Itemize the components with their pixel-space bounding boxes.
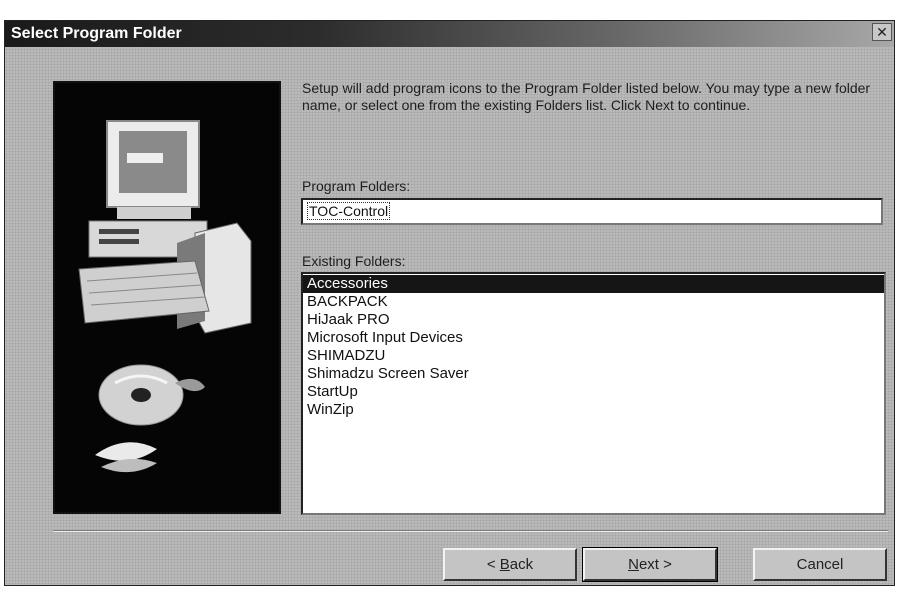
close-icon: ✕ (876, 24, 888, 40)
back-button[interactable]: < Back (443, 548, 577, 581)
next-button-rest: ext > (638, 556, 672, 573)
list-item[interactable]: WinZip (303, 401, 884, 419)
list-item[interactable]: Microsoft Input Devices (303, 329, 884, 347)
list-item[interactable]: SHIMADZU (303, 347, 884, 365)
list-item[interactable]: Accessories (303, 275, 884, 293)
dialog-title: Select Program Folder (11, 25, 182, 42)
program-folders-label: Program Folders: (302, 178, 411, 194)
select-program-folder-dialog: Select Program Folder ✕ Setup will add p… (4, 20, 895, 586)
program-folder-input[interactable]: TOC-Control (301, 198, 883, 225)
list-item[interactable]: Shimadzu Screen Saver (303, 365, 884, 383)
instructions-text: Setup will add program icons to the Prog… (302, 80, 871, 113)
list-item[interactable]: HiJaak PRO (303, 311, 884, 329)
program-folder-value: TOC-Control (307, 202, 391, 220)
list-item[interactable]: BACKPACK (303, 293, 884, 311)
back-button-accel: B (499, 556, 510, 573)
existing-folders-label: Existing Folders: (302, 253, 406, 269)
title-bar: Select Program Folder ✕ (5, 21, 894, 47)
cancel-button[interactable]: Cancel (753, 548, 887, 581)
footer-divider (53, 530, 888, 532)
back-button-prefix: < (486, 556, 500, 573)
computer-setup-illustration-icon (78, 120, 252, 473)
next-button[interactable]: Next > (582, 547, 718, 582)
close-button[interactable]: ✕ (872, 23, 892, 41)
next-button-accel: N (628, 556, 639, 573)
setup-illustration-panel (53, 81, 281, 514)
back-button-rest: ack (509, 556, 534, 573)
existing-folders-list[interactable]: Accessories BACKPACK HiJaak PRO Microsof… (301, 272, 886, 515)
list-item[interactable]: StartUp (303, 383, 884, 401)
